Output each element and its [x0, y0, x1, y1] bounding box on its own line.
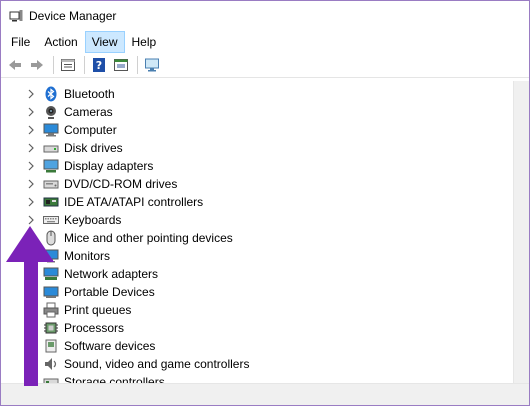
menu-help[interactable]: Help [125, 31, 164, 53]
tree-item-label: Mice and other pointing devices [64, 231, 233, 245]
tree-item-label: Display adapters [64, 159, 154, 173]
tree-item-print-queues[interactable]: Print queues [1, 301, 131, 319]
tree-item-label: Keyboards [64, 213, 122, 227]
tree-item-label: Storage controllers [64, 375, 165, 383]
chevron-right-icon[interactable] [25, 103, 37, 121]
software-device-icon [43, 338, 59, 354]
toolbar-separator [137, 56, 138, 74]
toolbar-separator [84, 56, 85, 74]
window-title: Device Manager [29, 9, 117, 23]
chevron-right-icon[interactable] [25, 319, 37, 337]
processor-icon [43, 320, 59, 336]
forward-arrow-icon[interactable] [27, 55, 47, 75]
tree-item-bluetooth[interactable]: Bluetooth [1, 85, 115, 103]
tree-item-label: DVD/CD-ROM drives [64, 177, 178, 191]
chevron-right-icon[interactable] [25, 229, 37, 247]
chevron-right-icon[interactable] [25, 373, 37, 383]
tree-item-label: IDE ATA/ATAPI controllers [64, 195, 204, 209]
tree-item-label: Cameras [64, 105, 113, 119]
bluetooth-icon [43, 86, 59, 102]
dvd-drive-icon [43, 176, 59, 192]
chevron-right-icon[interactable] [25, 175, 37, 193]
chevron-right-icon[interactable] [25, 283, 37, 301]
computer-icon [43, 122, 59, 138]
tree-item-label: Portable Devices [64, 285, 155, 299]
sound-icon [43, 356, 59, 372]
toolbar: ? [1, 53, 529, 78]
tree-item-label: Print queues [64, 303, 132, 317]
device-tree: Bluetooth Cameras Computer Disk drives Displ… [1, 81, 513, 383]
menu-view[interactable]: View [84, 31, 125, 53]
monitor-scan-icon[interactable] [142, 55, 162, 75]
portable-device-icon [43, 284, 59, 300]
tree-item-mice-and-other-pointing-devices[interactable]: Mice and other pointing devices [1, 229, 233, 247]
tree-item-sound-video-and-game-controllers[interactable]: Sound, video and game controllers [1, 355, 249, 373]
display-adapter-icon [43, 158, 59, 174]
tree-item-computer[interactable]: Computer [1, 121, 117, 139]
device-manager-window: Device Manager File Action View Help ? B… [0, 0, 530, 406]
tree-item-label: Disk drives [64, 141, 123, 155]
menu-action[interactable]: Action [37, 31, 84, 53]
mouse-icon [43, 230, 59, 246]
toolbar-separator [53, 56, 54, 74]
tree-item-software-devices[interactable]: Software devices [1, 337, 155, 355]
tree-item-label: Computer [64, 123, 117, 137]
vertical-scrollbar[interactable] [513, 81, 529, 383]
properties-icon[interactable] [58, 55, 78, 75]
tree-item-label: Network adapters [64, 267, 159, 281]
monitor-icon [43, 248, 59, 264]
title-bar: Device Manager [1, 1, 529, 31]
ide-controller-icon [43, 194, 59, 210]
chevron-right-icon[interactable] [25, 247, 37, 265]
tree-item-portable-devices[interactable]: Portable Devices [1, 283, 155, 301]
tree-item-monitors[interactable]: Monitors [1, 247, 110, 265]
tree-item-label: Processors [64, 321, 125, 335]
tree-item-display-adapters[interactable]: Display adapters [1, 157, 153, 175]
chevron-right-icon[interactable] [25, 337, 37, 355]
chevron-right-icon[interactable] [25, 121, 37, 139]
help-icon[interactable]: ? [89, 55, 109, 75]
chevron-right-icon[interactable] [25, 301, 37, 319]
chevron-right-icon[interactable] [25, 157, 37, 175]
chevron-right-icon[interactable] [25, 355, 37, 373]
printer-icon [43, 302, 59, 318]
disk-drive-icon [43, 140, 59, 156]
tree-item-network-adapters[interactable]: Network adapters [1, 265, 158, 283]
storage-controller-icon [43, 374, 59, 383]
horizontal-scrollbar[interactable] [1, 383, 529, 405]
tree-item-processors[interactable]: Processors [1, 319, 124, 337]
svg-text:?: ? [96, 59, 102, 72]
chevron-right-icon[interactable] [25, 193, 37, 211]
chevron-right-icon[interactable] [25, 211, 37, 229]
network-adapter-icon [43, 266, 59, 282]
tree-item-label: Monitors [64, 249, 111, 263]
view-icon[interactable] [111, 55, 131, 75]
menu-file[interactable]: File [4, 31, 37, 53]
tree-item-ide-ata-atapi-controllers[interactable]: IDE ATA/ATAPI controllers [1, 193, 203, 211]
chevron-right-icon[interactable] [25, 139, 37, 157]
tree-item-label: Sound, video and game controllers [64, 357, 250, 371]
chevron-right-icon[interactable] [25, 265, 37, 283]
tree-item-storage-controllers[interactable]: Storage controllers [1, 373, 165, 383]
tree-item-dvd-cd-rom-drives[interactable]: DVD/CD-ROM drives [1, 175, 177, 193]
tree-item-cameras[interactable]: Cameras [1, 103, 113, 121]
chevron-right-icon[interactable] [25, 85, 37, 103]
tree-item-label: Bluetooth [64, 87, 115, 101]
tree-item-keyboards[interactable]: Keyboards [1, 211, 121, 229]
menu-bar: File Action View Help [1, 31, 529, 53]
tree-item-label: Software devices [64, 339, 156, 353]
keyboard-icon [43, 212, 59, 228]
tree-item-disk-drives[interactable]: Disk drives [1, 139, 123, 157]
device-manager-app-icon [9, 9, 23, 23]
camera-icon [43, 104, 59, 120]
back-arrow-icon[interactable] [5, 55, 25, 75]
